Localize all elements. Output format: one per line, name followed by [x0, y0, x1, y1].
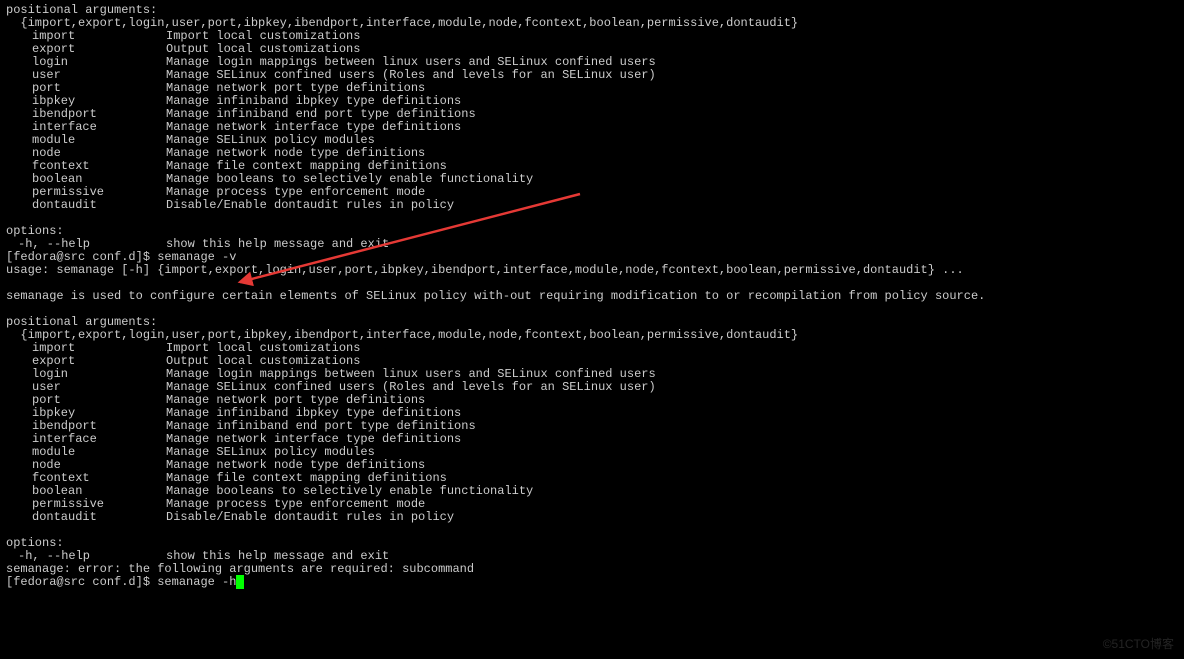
subcommand-label: user [6, 381, 166, 394]
subcommand-label: fcontext [6, 472, 166, 485]
subcommand-desc: Manage infiniband ibpkey type definition… [166, 406, 461, 420]
subcommand-desc: Manage booleans to selectively enable fu… [166, 172, 533, 186]
subcommand-label: dontaudit [6, 511, 166, 524]
subcommand-desc: Manage SELinux policy modules [166, 445, 375, 459]
subcommand-label: login [6, 56, 166, 69]
subcommand-label: import [6, 342, 166, 355]
subcommand-label: interface [6, 433, 166, 446]
subcommand-label: user [6, 69, 166, 82]
subcommand-desc: Manage process type enforcement mode [166, 185, 425, 199]
subcommand-desc: Manage SELinux confined users (Roles and… [166, 380, 656, 394]
subcommand-desc: Manage login mappings between linux user… [166, 367, 656, 381]
command-text: semanage -h [157, 575, 236, 589]
usage-line: usage: semanage [-h] {import,export,logi… [6, 264, 1178, 277]
subcommand-label: import [6, 30, 166, 43]
subcommand-label: port [6, 394, 166, 407]
subcommand-desc: Manage booleans to selectively enable fu… [166, 484, 533, 498]
subcommand-desc: Manage file context mapping definitions [166, 471, 447, 485]
subcommand-desc: Manage network port type definitions [166, 81, 425, 95]
description-line: semanage is used to configure certain el… [6, 290, 1178, 303]
subcommand-desc: Manage file context mapping definitions [166, 159, 447, 173]
subcommand-label: module [6, 134, 166, 147]
subcommand-desc: Manage infiniband end port type definiti… [166, 107, 476, 121]
subcommand-desc: Manage network interface type definition… [166, 432, 461, 446]
shell-prompt-2[interactable]: [fedora@src conf.d]$ semanage -h [6, 576, 1178, 589]
subcommand-desc: Disable/Enable dontaudit rules in policy [166, 510, 454, 524]
subcommand-desc: Manage process type enforcement mode [166, 497, 425, 511]
subcommand-desc: Manage network interface type definition… [166, 120, 461, 134]
subcommand-desc: Manage login mappings between linux user… [166, 55, 656, 69]
subcommand-desc: Manage network node type definitions [166, 146, 425, 160]
subcommand-label: export [6, 43, 166, 56]
cursor-icon [236, 575, 243, 589]
prompt-text: [fedora@src conf.d]$ [6, 575, 157, 589]
subcommand-desc: Output local customizations [166, 42, 360, 56]
subcommand-label: module [6, 446, 166, 459]
subcommand-label: interface [6, 121, 166, 134]
subcommand-label: login [6, 368, 166, 381]
subcommand-desc: Disable/Enable dontaudit rules in policy [166, 198, 454, 212]
subcommand-label: port [6, 82, 166, 95]
subcommand-label: dontaudit [6, 199, 166, 212]
subcommand-row: dontauditDisable/Enable dontaudit rules … [6, 199, 1178, 212]
command-text: semanage -v [157, 250, 236, 264]
subcommand-desc: Output local customizations [166, 354, 360, 368]
subcommand-desc: Manage network node type definitions [166, 458, 425, 472]
subcommand-desc: Import local customizations [166, 29, 360, 43]
subcommand-desc: Manage infiniband ibpkey type definition… [166, 94, 461, 108]
subcommand-desc: Manage SELinux policy modules [166, 133, 375, 147]
subcommand-label: export [6, 355, 166, 368]
terminal-output[interactable]: positional arguments: {import,export,log… [6, 4, 1178, 589]
subcommand-row: dontauditDisable/Enable dontaudit rules … [6, 511, 1178, 524]
prompt-text: [fedora@src conf.d]$ [6, 250, 157, 264]
subcommand-desc: Manage SELinux confined users (Roles and… [166, 68, 656, 82]
watermark-text: ©51CTO博客 [1103, 638, 1174, 651]
subcommand-desc: Manage infiniband end port type definiti… [166, 419, 476, 433]
subcommand-desc: Import local customizations [166, 341, 360, 355]
subcommand-desc: Manage network port type definitions [166, 393, 425, 407]
subcommand-label: fcontext [6, 160, 166, 173]
